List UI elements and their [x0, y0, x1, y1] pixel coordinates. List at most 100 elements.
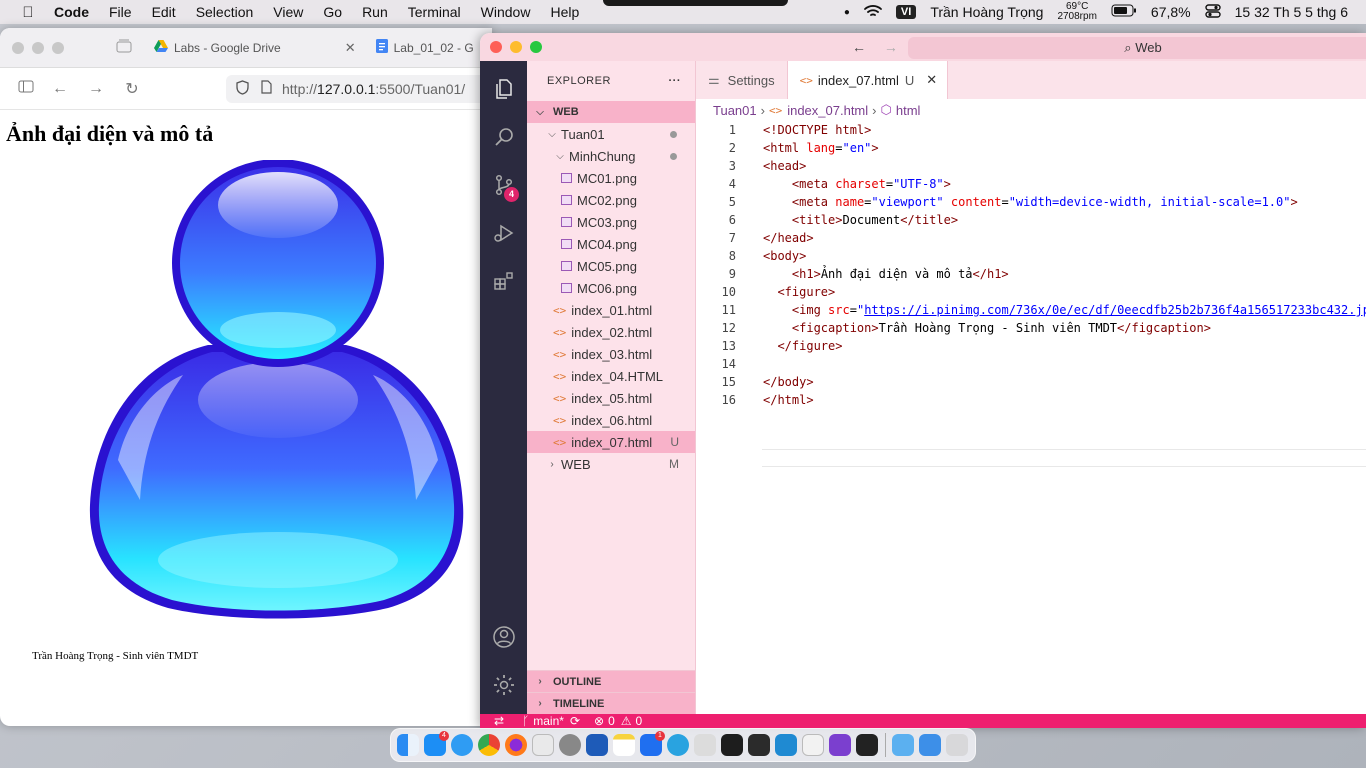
more-actions-icon[interactable]: ··· [669, 75, 682, 87]
chrome-icon[interactable] [478, 734, 500, 756]
menu-view[interactable]: View [273, 4, 303, 20]
branch-name[interactable]: main* [533, 714, 564, 728]
battery-icon[interactable] [1111, 4, 1137, 20]
apple-menu-icon[interactable]:  [18, 4, 38, 21]
sync-icon[interactable]: ⟳ [570, 714, 580, 728]
tab-index-07[interactable]: <> index_07.html U ✕ [787, 61, 949, 99]
tab-settings[interactable]: ⚌ Settings [696, 61, 788, 99]
tree-item[interactable]: ⌵ MinhChung [527, 145, 695, 167]
vscode-icon[interactable] [775, 734, 797, 756]
search-icon[interactable] [480, 113, 527, 161]
screenshot-icon[interactable] [532, 734, 554, 756]
account-icon[interactable] [480, 613, 527, 661]
error-icon[interactable]: ⊗ [594, 714, 604, 728]
window-close-button[interactable] [12, 41, 24, 54]
breadcrumb-symbol[interactable]: html [896, 103, 921, 118]
tree-item[interactable]: <> index_04.HTML [527, 365, 695, 387]
window-zoom-button[interactable] [530, 41, 542, 53]
window-zoom-button[interactable] [52, 41, 64, 54]
clock[interactable]: 15 32 Th 5 5 thg 6 [1235, 4, 1348, 20]
back-arrow-icon[interactable]: ← [852, 39, 866, 55]
tab-close-icon[interactable]: ✕ [926, 72, 937, 88]
terminal-icon[interactable] [721, 734, 743, 756]
temp-readout[interactable]: 69°C 2708rpm [1057, 2, 1096, 22]
system-preferences-icon[interactable] [559, 734, 581, 756]
tree-item[interactable]: MC05.png [527, 255, 695, 277]
files-icon[interactable] [694, 734, 716, 756]
forward-arrow-icon[interactable]: → [86, 80, 106, 98]
window-close-button[interactable] [490, 41, 502, 53]
settings-sliders-icon: ⚌ [708, 72, 720, 87]
tree-item[interactable]: MC04.png [527, 233, 695, 255]
tree-item[interactable]: <> index_05.html [527, 387, 695, 409]
tree-item[interactable]: MC02.png [527, 189, 695, 211]
tree-item[interactable]: <> index_06.html [527, 409, 695, 431]
menu-go[interactable]: Go [323, 4, 342, 20]
downloads-icon[interactable] [919, 734, 941, 756]
activity-monitor-icon[interactable] [856, 734, 878, 756]
extensions-icon[interactable] [480, 257, 527, 305]
tree-item[interactable]: <> index_02.html [527, 321, 695, 343]
reload-icon[interactable]: ↻ [122, 79, 142, 99]
trash-icon[interactable] [946, 734, 968, 756]
folder-icon[interactable] [892, 734, 914, 756]
browser-tab-lab[interactable]: Lab_01_02 - G [375, 39, 474, 56]
remote-indicator-icon[interactable]: ⇄ [494, 714, 504, 728]
tree-item[interactable]: MC06.png [527, 277, 695, 299]
outline-section[interactable]: › OUTLINE [527, 670, 695, 692]
menu-app-code[interactable]: Code [54, 4, 89, 20]
word-icon[interactable] [586, 734, 608, 756]
menu-window[interactable]: Window [481, 4, 531, 20]
menu-selection[interactable]: Selection [196, 4, 254, 20]
forward-arrow-icon[interactable]: → [884, 39, 898, 55]
menu-edit[interactable]: Edit [152, 4, 176, 20]
user-name[interactable]: Trần Hoàng Trọng [930, 4, 1043, 20]
url-bar[interactable]: http://127.0.0.1:5500/Tuan01/ [226, 74, 492, 103]
firefox-icon[interactable] [505, 734, 527, 756]
menu-run[interactable]: Run [362, 4, 388, 20]
input-source-badge[interactable]: VI [895, 5, 917, 19]
window-minimize-button[interactable] [32, 41, 44, 54]
back-arrow-icon[interactable]: ← [50, 80, 70, 98]
tree-item[interactable]: ⌵ Tuan01 [527, 123, 695, 145]
chevron-right-icon: › [760, 102, 765, 118]
telegram-icon[interactable] [667, 734, 689, 756]
warning-icon[interactable]: ⚠ [621, 714, 632, 728]
menu-file[interactable]: File [109, 4, 132, 20]
textedit-icon[interactable] [802, 734, 824, 756]
terminal-alt-icon[interactable] [748, 734, 770, 756]
menu-help[interactable]: Help [550, 4, 579, 20]
tree-item[interactable]: <> index_07.html U [527, 431, 695, 453]
command-center-search[interactable]: ⌕ Web [908, 37, 1366, 59]
tree-item[interactable]: MC03.png [527, 211, 695, 233]
github-icon[interactable] [829, 734, 851, 756]
browser-tab-google-drive[interactable]: Labs - Google Drive ✕ [154, 40, 356, 56]
menu-terminal[interactable]: Terminal [408, 4, 461, 20]
tree-item[interactable]: <> index_03.html [527, 343, 695, 365]
tab-overview-icon[interactable] [116, 39, 132, 56]
wifi-icon[interactable] [864, 4, 882, 21]
tree-item[interactable]: MC01.png [527, 167, 695, 189]
sidebar-toggle-icon[interactable] [16, 80, 36, 98]
run-debug-icon[interactable] [480, 209, 527, 257]
notes-icon[interactable] [613, 734, 635, 756]
window-minimize-button[interactable] [510, 41, 522, 53]
source-control-icon[interactable]: 4 [480, 161, 527, 209]
app-store-icon[interactable]: 4 [424, 731, 449, 756]
finder-icon[interactable] [397, 734, 419, 756]
timeline-section[interactable]: › TIMELINE [527, 692, 695, 714]
branch-icon[interactable]: ᚴ [522, 714, 529, 728]
tree-item[interactable]: › WEB M [527, 453, 695, 475]
breadcrumb-file[interactable]: index_07.html [787, 103, 868, 118]
tab-close-icon[interactable]: ✕ [345, 40, 356, 56]
workspace-section-web[interactable]: ⌵ WEB [527, 101, 695, 123]
shield-icon[interactable] [236, 79, 249, 98]
control-center-icon[interactable] [1204, 3, 1221, 21]
breadcrumb-folder[interactable]: Tuan01 [713, 103, 757, 118]
tree-item[interactable]: <> index_01.html [527, 299, 695, 321]
safari-icon[interactable] [451, 734, 473, 756]
explorer-files-icon[interactable] [480, 65, 527, 113]
settings-gear-icon[interactable] [480, 661, 527, 709]
zalo-icon[interactable]: 1 [640, 731, 665, 756]
record-dot-icon[interactable]: ● [844, 7, 850, 18]
